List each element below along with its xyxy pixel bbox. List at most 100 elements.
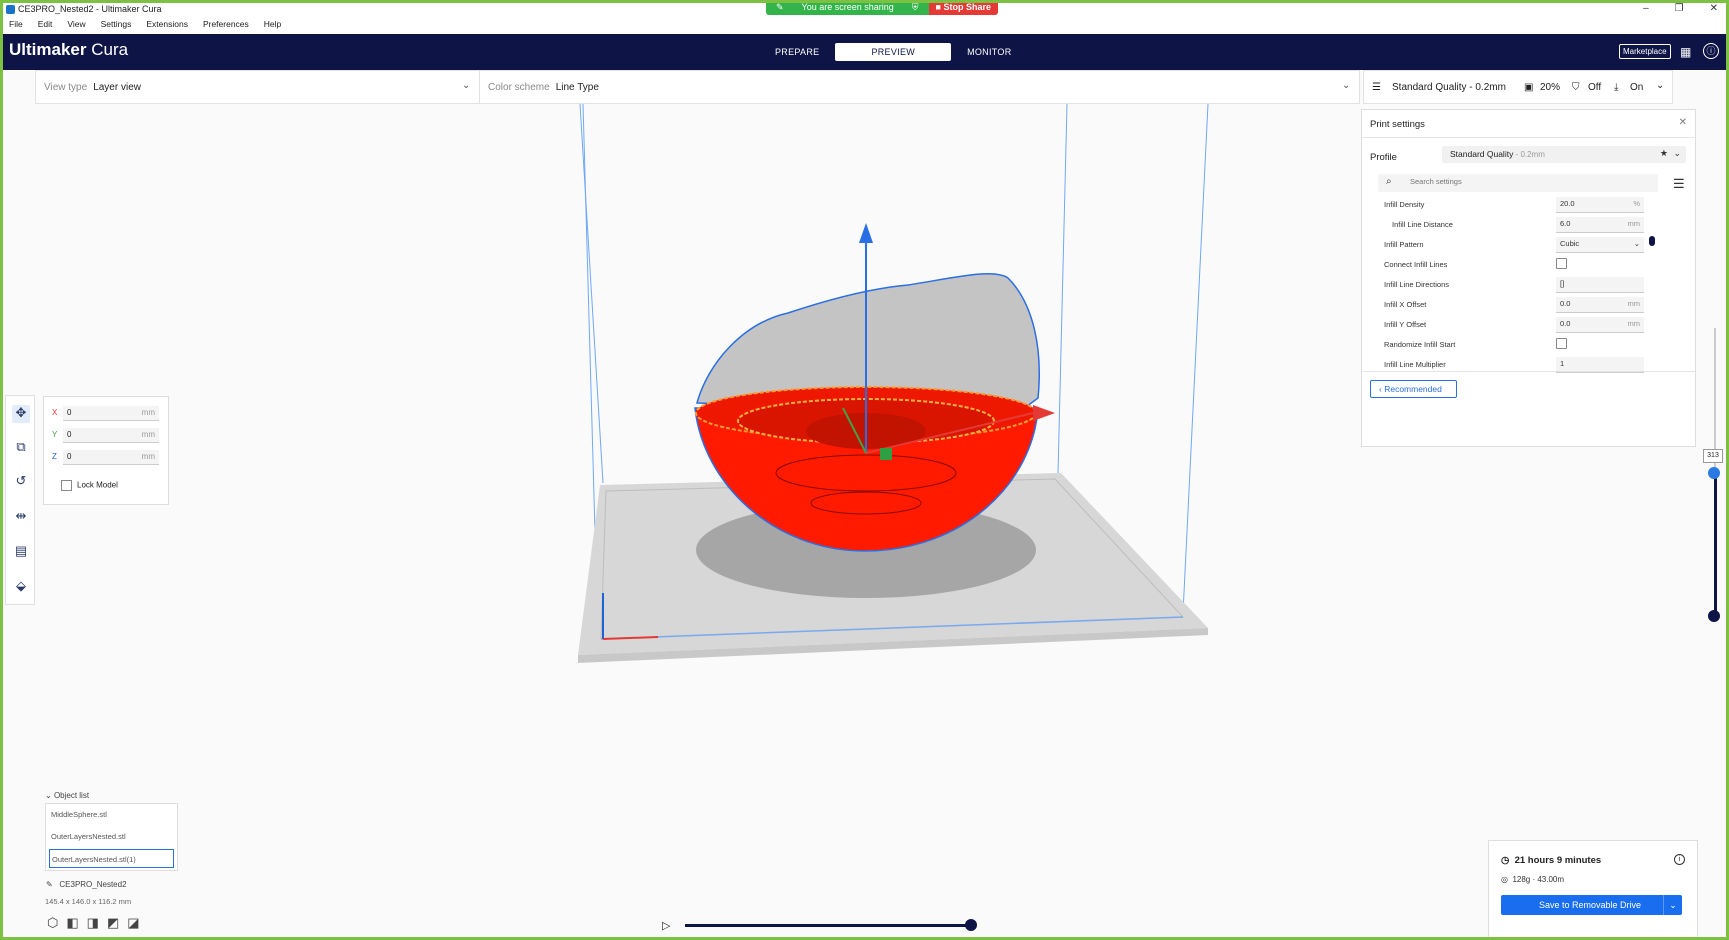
move-tool-panel: X 0 mm Y 0 mm Z 0 mm Lock Model [43, 396, 169, 505]
simulation-slider[interactable] [685, 924, 971, 927]
setting-label: Infill Line Distance [1392, 220, 1453, 229]
tool-bar: ✥ ⧉ ↺ ⇹ ▤ ⬙ [5, 395, 35, 605]
setting-label: Infill Line Multiplier [1384, 360, 1446, 369]
chevron-down-icon: ⌄ [45, 791, 52, 800]
setting-infill-line-multiplier: Infill Line Multiplier 1 [1384, 357, 1646, 375]
setting-label: Infill X Offset [1384, 300, 1427, 309]
search-settings[interactable]: ⌕ [1378, 174, 1658, 192]
close-icon[interactable]: ✕ [1679, 117, 1687, 128]
setting-label: Connect Infill Lines [1384, 260, 1448, 269]
save-label: Save to Removable Drive [1539, 900, 1642, 910]
infill-line-directions-field[interactable]: [] [1556, 277, 1644, 293]
panel-title: Print settings [1370, 119, 1425, 130]
object-list-title: Object list [53, 791, 90, 800]
setting-infill-line-directions: Infill Line Directions [] [1384, 277, 1646, 295]
3d-view-icon[interactable]: ⬡ [47, 915, 58, 931]
z-axis-label: Z [52, 452, 57, 461]
infill-y-offset-field[interactable]: 0.0 mm [1556, 317, 1644, 333]
infill-density-field[interactable]: 20.0% [1556, 197, 1644, 213]
save-to-removable-drive-button[interactable]: Save to Removable Drive ⌄ [1501, 895, 1682, 915]
setting-infill-density: Infill Density 20.0% [1384, 197, 1646, 215]
recommended-button[interactable]: ‹ Recommended [1370, 380, 1457, 398]
profile-select[interactable]: Standard Quality - 0.2mm ★ ⌄ [1442, 146, 1686, 163]
material-value: 128g · 43.00m [1512, 875, 1565, 884]
setting-infill-y-offset: Infill Y Offset 0.0 mm [1384, 317, 1646, 335]
z-position-input[interactable]: 0 mm [63, 450, 159, 465]
rotate-tool-icon[interactable]: ↺ [12, 473, 30, 491]
setting-infill-line-distance: Infill Line Distance 6.0 mm [1384, 217, 1646, 235]
print-time: ◷ 21 hours 9 minutes [1501, 855, 1601, 866]
lock-model-label: Lock Model [77, 480, 118, 490]
search-icon: ⌕ [1386, 176, 1392, 187]
infill-pattern-select[interactable]: Cubic ⌄ [1556, 237, 1644, 253]
top-view-icon[interactable]: ◨ [87, 915, 99, 931]
infill-x-offset-field[interactable]: 0.0 mm [1556, 297, 1644, 313]
chevron-down-icon[interactable]: ⌄ [1673, 148, 1681, 159]
pencil-icon[interactable]: ✎ [46, 880, 53, 889]
x-position-row: X 0 mm [52, 406, 162, 421]
list-item-selected[interactable]: OuterLayersNested.stl(1) [49, 849, 174, 868]
menu-icon[interactable]: ☰ [1673, 176, 1685, 192]
profile-label: Profile [1370, 152, 1397, 163]
divider [1362, 371, 1695, 372]
clock-icon: ◷ [1501, 855, 1510, 866]
y-position-row: Y 0 mm [52, 428, 162, 443]
support-blocker-icon[interactable]: ⬙ [12, 578, 30, 596]
profile-value: Standard Quality [1450, 149, 1514, 159]
object-list-header[interactable]: ⌄ Object list [45, 791, 89, 800]
gizmo-center-handle[interactable] [880, 448, 892, 460]
front-view-icon[interactable]: ◧ [66, 915, 78, 931]
info-icon[interactable]: i [1674, 854, 1685, 865]
x-position-input[interactable]: 0 mm [63, 406, 159, 421]
x-axis-label: X [52, 408, 58, 417]
build-volume-edge [579, 103, 604, 484]
spool-icon: ◎ [1501, 875, 1508, 884]
list-item[interactable]: OuterLayersNested.stl [49, 827, 174, 846]
setting-connect-infill-lines: Connect Infill Lines [1384, 257, 1646, 275]
connect-infill-checkbox[interactable] [1556, 258, 1567, 269]
right-view-icon[interactable]: ◪ [127, 915, 139, 931]
z-position-row: Z 0 mm [52, 450, 162, 465]
y-axis-label: Y [52, 430, 58, 439]
setting-label: Infill Density [1384, 200, 1425, 209]
setting-infill-pattern: Infill Pattern Cubic ⌄ [1384, 237, 1646, 255]
setting-label: Infill Y Offset [1384, 320, 1427, 329]
setting-label: Randomize Infill Start [1384, 340, 1456, 349]
build-volume-edge [1057, 103, 1068, 474]
layer-slider-range [1714, 473, 1717, 616]
play-icon[interactable]: ▷ [662, 919, 670, 932]
recommended-label: Recommended [1384, 384, 1442, 394]
infill-line-distance-field[interactable]: 6.0 mm [1556, 217, 1644, 233]
x-arrow-icon[interactable] [1033, 405, 1055, 421]
divider [1362, 137, 1695, 138]
layer-slider-top-handle[interactable] [1708, 467, 1720, 479]
camera-view-buttons: ⬡ ◧ ◨ ◩ ◪ [47, 915, 140, 931]
mirror-tool-icon[interactable]: ⇹ [12, 508, 30, 526]
y-position-input[interactable]: 0 mm [63, 428, 159, 443]
current-layer-field[interactable]: 313 [1703, 449, 1723, 463]
star-icon[interactable]: ★ [1660, 148, 1668, 159]
setting-randomize-infill-start: Randomize Infill Start [1384, 337, 1646, 355]
project-name[interactable]: ✎ CE3PRO_Nested2 [46, 880, 127, 889]
randomize-infill-checkbox[interactable] [1556, 338, 1567, 349]
z-arrow-icon[interactable] [859, 223, 873, 243]
move-tool-icon[interactable]: ✥ [12, 405, 30, 423]
list-item[interactable]: MiddleSphere.stl [49, 805, 174, 824]
scale-tool-icon[interactable]: ⧉ [12, 439, 30, 457]
print-settings-panel: Print settings ✕ Profile Standard Qualit… [1361, 109, 1696, 447]
model-dimensions: 145.4 x 146.0 x 116.2 mm [45, 897, 132, 906]
settings-scroll-indicator[interactable] [1649, 236, 1655, 246]
per-model-settings-icon[interactable]: ▤ [12, 543, 30, 561]
layer-slider-bottom-handle[interactable] [1708, 610, 1720, 622]
profile-suffix: - 0.2mm [1513, 150, 1545, 159]
chevron-down-icon[interactable]: ⌄ [1663, 895, 1682, 915]
left-view-icon[interactable]: ◩ [107, 915, 119, 931]
checkbox-icon [61, 480, 72, 491]
material-estimate: ◎ 128g · 43.00m [1501, 875, 1564, 884]
print-estimate-panel: ◷ 21 hours 9 minutes i ◎ 128g · 43.00m S… [1488, 840, 1698, 937]
simulation-slider-handle[interactable] [965, 919, 977, 931]
print-time-value: 21 hours 9 minutes [1514, 855, 1602, 866]
app-window: CE3PRO_Nested2 - Ultimaker Cura – ❐ ✕ ✎ Y… [3, 3, 1726, 937]
search-input[interactable] [1408, 176, 1642, 187]
lock-model-checkbox[interactable]: Lock Model [61, 480, 118, 491]
